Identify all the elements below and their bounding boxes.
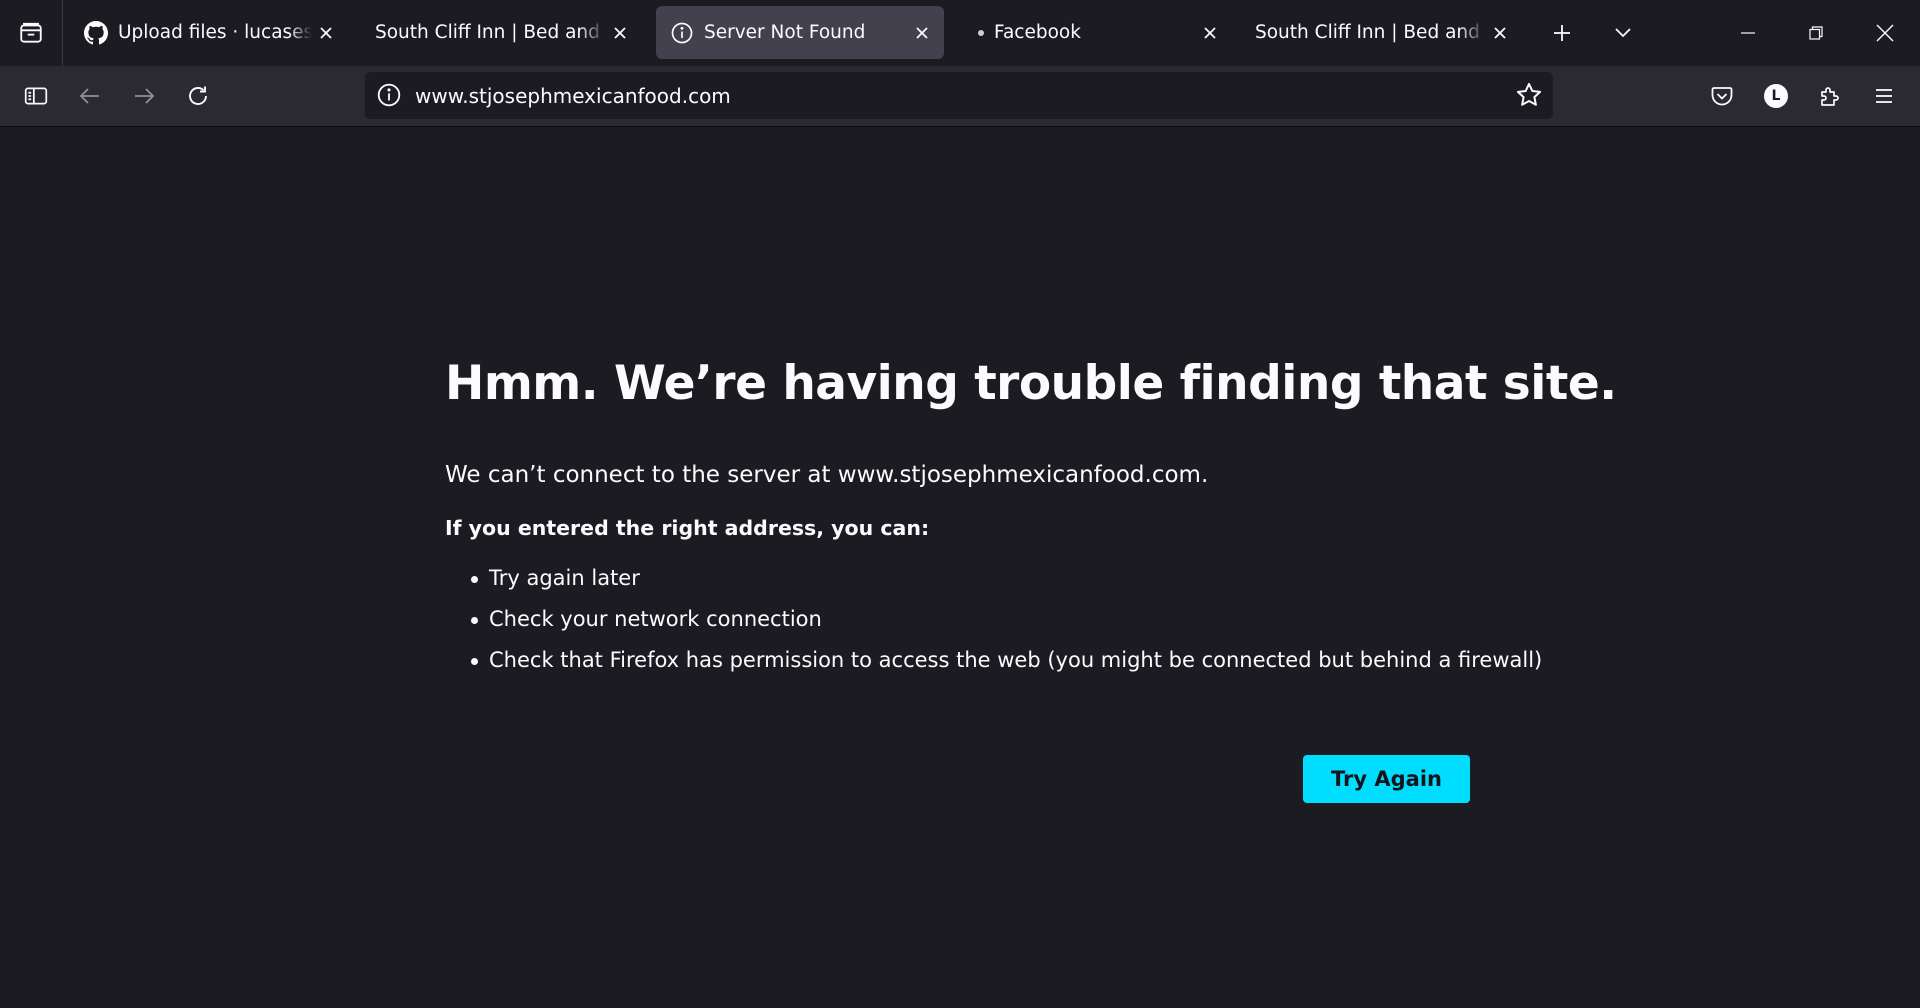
dot-icon xyxy=(978,29,984,36)
error-page-content: Hmm. We’re having trouble finding that s… xyxy=(445,356,1617,681)
reload-icon xyxy=(189,86,207,105)
close-icon xyxy=(1876,24,1894,42)
navigation-toolbar: L xyxy=(0,66,1920,127)
close-tab-button[interactable] xyxy=(312,19,340,47)
info-icon xyxy=(671,22,693,43)
github-icon xyxy=(84,20,108,44)
tab-title: Upload files · lucaseschultz xyxy=(118,22,312,43)
tab-title: South Cliff Inn | Bed and Breakfast xyxy=(1255,22,1486,43)
minimize-icon xyxy=(1741,32,1755,34)
close-icon xyxy=(614,26,626,39)
extensions-button[interactable] xyxy=(1812,78,1848,114)
tab-title: Server Not Found xyxy=(704,22,866,43)
pocket-icon xyxy=(1711,87,1733,106)
close-tab-button[interactable] xyxy=(908,19,936,47)
arrow-right-icon xyxy=(135,88,155,104)
forward-button[interactable] xyxy=(126,78,162,114)
tab-strip: Upload files · lucaseschultz South Cliff… xyxy=(0,0,1920,66)
suggestions-heading: If you entered the right address, you ca… xyxy=(445,516,930,541)
restore-icon xyxy=(1809,26,1823,40)
firefox-view-button[interactable] xyxy=(0,0,63,66)
close-icon xyxy=(1204,26,1216,39)
tab-title: Facebook xyxy=(994,22,1081,43)
minimize-button[interactable] xyxy=(1726,11,1770,55)
firefox-view-icon xyxy=(20,22,42,43)
tab-server-not-found[interactable]: Server Not Found xyxy=(656,6,944,59)
tab-upload-files[interactable]: Upload files · lucaseschultz xyxy=(70,6,348,59)
close-tab-button[interactable] xyxy=(1196,19,1224,47)
tab-south-cliff-inn-2[interactable]: South Cliff Inn | Bed and Breakfast xyxy=(1240,6,1522,59)
close-tab-button[interactable] xyxy=(606,19,634,47)
url-input[interactable] xyxy=(415,72,1465,119)
tab-south-cliff-inn[interactable]: South Cliff Inn | Bed and Breakfast xyxy=(360,6,642,59)
plus-icon xyxy=(1554,25,1570,41)
hamburger-menu-icon xyxy=(1876,89,1892,103)
tab-title: South Cliff Inn | Bed and Breakfast xyxy=(375,22,606,43)
try-again-button[interactable]: Try Again xyxy=(1303,755,1470,803)
sidebar-button[interactable] xyxy=(18,78,54,114)
page-title: Hmm. We’re having trouble finding that s… xyxy=(445,356,1617,411)
back-button[interactable] xyxy=(72,78,108,114)
list-item: Try again later xyxy=(471,558,1475,599)
list-item: Check that Firefox has permission to acc… xyxy=(471,640,1542,681)
new-tab-button[interactable] xyxy=(1544,15,1580,51)
pocket-button[interactable] xyxy=(1704,78,1740,114)
url-bar[interactable] xyxy=(365,72,1553,119)
sidebar-icon xyxy=(24,87,48,105)
close-tab-button[interactable] xyxy=(1486,19,1514,47)
chevron-down-icon xyxy=(1615,28,1631,38)
list-all-tabs-button[interactable] xyxy=(1605,15,1641,51)
close-window-button[interactable] xyxy=(1863,11,1907,55)
arrow-left-icon xyxy=(79,88,99,104)
avatar: L xyxy=(1764,84,1788,108)
account-button[interactable]: L xyxy=(1758,78,1794,114)
reload-button[interactable] xyxy=(180,78,216,114)
restore-button[interactable] xyxy=(1794,11,1838,55)
menu-button[interactable] xyxy=(1866,78,1902,114)
close-icon xyxy=(916,26,928,39)
tab-facebook[interactable]: Facebook xyxy=(960,6,1232,59)
list-item: Check your network connection xyxy=(471,599,1475,640)
close-icon xyxy=(320,26,332,39)
bookmark-star-icon[interactable] xyxy=(1515,81,1543,109)
error-description: We can’t connect to the server at www.st… xyxy=(445,462,1209,489)
close-icon xyxy=(1494,26,1506,39)
suggestions-list: Try again later Check your network conne… xyxy=(445,558,1542,681)
puzzle-piece-icon xyxy=(1821,87,1839,106)
info-icon[interactable] xyxy=(376,82,402,108)
